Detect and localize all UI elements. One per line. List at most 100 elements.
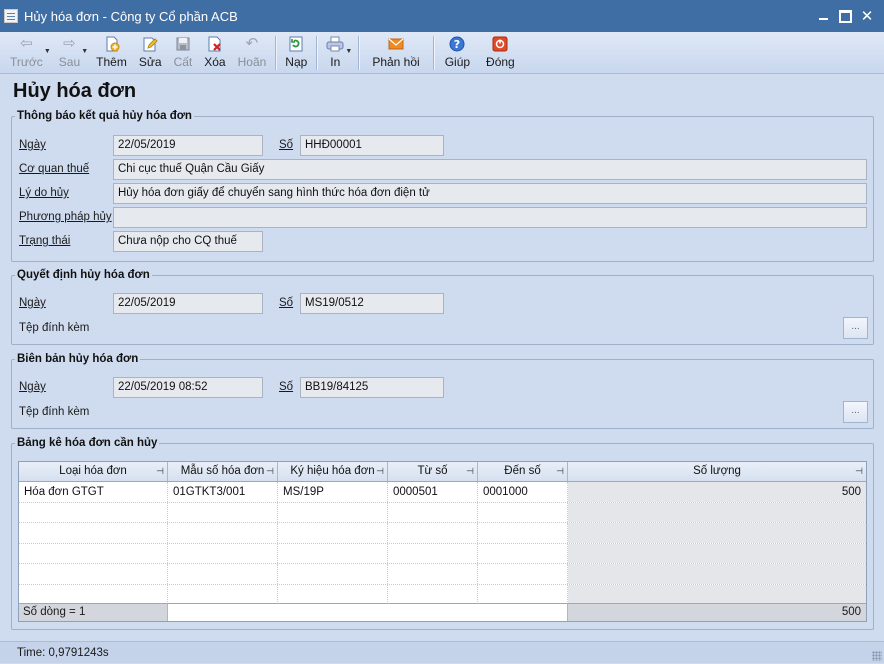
- print-button[interactable]: In ▼: [320, 32, 352, 72]
- cancel-reason-field[interactable]: Hủy hóa đơn giấy để chuyển sang hình thứ…: [113, 183, 867, 204]
- app-icon: [4, 9, 18, 23]
- empty-cell[interactable]: [278, 523, 388, 543]
- empty-cell[interactable]: [278, 584, 388, 604]
- minutes-legend: Biên bản hủy hóa đơn: [17, 353, 139, 365]
- chevron-down-icon[interactable]: ▼: [44, 48, 51, 55]
- empty-cell[interactable]: [168, 543, 278, 563]
- table-row-empty[interactable]: [19, 584, 866, 605]
- grid-header: Loại hóa đơn ⊣ Mẫu số hóa đơn ⊣ Ký hiệu hó…: [19, 462, 866, 482]
- empty-cell[interactable]: [168, 502, 278, 522]
- empty-cell[interactable]: [168, 564, 278, 584]
- empty-cell[interactable]: [168, 523, 278, 543]
- empty-cell[interactable]: [19, 543, 168, 563]
- minutes-attachment-label: Tệp đính kèm: [19, 406, 90, 418]
- empty-cell[interactable]: [168, 584, 278, 604]
- empty-cell: [568, 543, 866, 563]
- cell-symbol[interactable]: MS/19P: [278, 482, 388, 502]
- table-row-empty[interactable]: [19, 523, 866, 544]
- notice-legend: Thông báo kết quả hủy hóa đơn: [17, 110, 192, 122]
- column-header-invoice-type[interactable]: Loại hóa đơn ⊣: [19, 462, 168, 481]
- empty-cell[interactable]: [388, 502, 478, 522]
- table-row-empty[interactable]: [19, 502, 866, 523]
- undo-button[interactable]: ↶ Hoãn: [232, 32, 273, 72]
- invoice-table-legend: Bảng kê hóa đơn cần hủy: [17, 437, 158, 449]
- toolbar-separator: [358, 36, 360, 70]
- decision-date-field[interactable]: 22/05/2019: [113, 293, 263, 314]
- cancel-method-field[interactable]: [113, 207, 867, 228]
- help-button[interactable]: ? Giúp: [437, 32, 478, 72]
- cell-invoice-type[interactable]: Hóa đơn GTGT: [19, 482, 168, 502]
- pin-icon[interactable]: ⊣: [376, 462, 384, 481]
- arrow-right-icon: ⇨: [63, 35, 76, 52]
- undo-icon: ↶: [245, 35, 259, 52]
- delete-icon: [206, 35, 224, 53]
- feedback-button[interactable]: Phản hồi: [362, 32, 429, 72]
- chevron-down-icon[interactable]: ▼: [345, 48, 352, 55]
- table-row[interactable]: Hóa đơn GTGT 01GTKT3/001 MS/19P 0000501 …: [19, 482, 866, 503]
- empty-cell[interactable]: [478, 523, 568, 543]
- empty-cell[interactable]: [19, 584, 168, 604]
- column-header-symbol[interactable]: Ký hiệu hóa đơn ⊣: [278, 462, 388, 481]
- column-header-form-number[interactable]: Mẫu số hóa đơn ⊣: [168, 462, 278, 481]
- empty-cell[interactable]: [278, 502, 388, 522]
- tax-agency-field[interactable]: Chi cục thuế Quận Cầu Giấy: [113, 159, 867, 180]
- minutes-number-label: Số: [279, 381, 294, 393]
- minutes-browse-button[interactable]: ...: [843, 401, 868, 423]
- edit-button[interactable]: Sửa: [133, 32, 168, 72]
- resize-grip-icon[interactable]: [872, 651, 882, 661]
- status-text: Time: 0,9791243s: [17, 647, 109, 659]
- delete-button[interactable]: Xóa: [198, 32, 231, 72]
- cell-from-number[interactable]: 0000501: [388, 482, 478, 502]
- empty-cell[interactable]: [19, 502, 168, 522]
- pin-icon[interactable]: ⊣: [266, 462, 274, 481]
- minutes-number-field[interactable]: BB19/84125: [300, 377, 444, 398]
- empty-cell[interactable]: [388, 523, 478, 543]
- column-header-to-number[interactable]: Đến số ⊣: [478, 462, 568, 481]
- empty-cell[interactable]: [278, 564, 388, 584]
- empty-cell[interactable]: [278, 543, 388, 563]
- column-header-from-number[interactable]: Từ số ⊣: [388, 462, 478, 481]
- save-button[interactable]: Cất: [168, 32, 199, 72]
- cell-to-number[interactable]: 0001000: [478, 482, 568, 502]
- empty-cell[interactable]: [478, 584, 568, 604]
- notice-date-field[interactable]: 22/05/2019: [113, 135, 263, 156]
- pin-icon[interactable]: ⊣: [156, 462, 164, 481]
- empty-cell[interactable]: [388, 584, 478, 604]
- cell-form-number[interactable]: 01GTKT3/001: [168, 482, 278, 502]
- column-header-quantity[interactable]: Số lượng ⊣: [568, 462, 866, 481]
- toolbar: ⇦ Trước ▼ ⇨ Sau ▼ Thêm Sửa Cất Xóa ↶ Hoã…: [0, 32, 884, 74]
- add-button[interactable]: Thêm: [90, 32, 133, 72]
- table-row-empty[interactable]: [19, 564, 866, 585]
- empty-cell[interactable]: [478, 564, 568, 584]
- pin-icon[interactable]: ⊣: [466, 462, 474, 481]
- empty-cell[interactable]: [388, 543, 478, 563]
- pin-icon[interactable]: ⊣: [556, 462, 564, 481]
- table-row-empty[interactable]: [19, 543, 866, 564]
- empty-cell[interactable]: [388, 564, 478, 584]
- invoice-grid: Loại hóa đơn ⊣ Mẫu số hóa đơn ⊣ Ký hiệu hó…: [18, 461, 867, 622]
- maximize-icon[interactable]: [834, 6, 856, 26]
- minimize-icon[interactable]: [812, 6, 834, 26]
- empty-cell[interactable]: [478, 543, 568, 563]
- page-title: Hủy hóa đơn: [13, 80, 137, 102]
- notice-date-label: Ngày: [19, 139, 46, 151]
- status-field[interactable]: Chưa nộp cho CQ thuế: [113, 231, 263, 252]
- previous-button[interactable]: ⇦ Trước ▼: [4, 32, 51, 72]
- pin-icon[interactable]: ⊣: [855, 462, 863, 481]
- close-button[interactable]: Đóng: [478, 32, 523, 72]
- cancel-reason-label: Lý do hủy: [19, 187, 69, 199]
- empty-cell[interactable]: [478, 502, 568, 522]
- next-button[interactable]: ⇨ Sau ▼: [53, 32, 88, 72]
- notice-number-field[interactable]: HHĐ00001: [300, 135, 444, 156]
- footer-spacer: [168, 604, 568, 621]
- title-bar: Hủy hóa đơn - Công ty Cổ phần ACB ✕: [0, 0, 884, 32]
- close-window-icon[interactable]: ✕: [856, 6, 878, 26]
- decision-number-field[interactable]: MS19/0512: [300, 293, 444, 314]
- empty-cell[interactable]: [19, 564, 168, 584]
- minutes-date-field[interactable]: 22/05/2019 08:52: [113, 377, 263, 398]
- decision-browse-button[interactable]: ...: [843, 317, 868, 339]
- status-bar: Time: 0,9791243s: [0, 641, 884, 663]
- refresh-button[interactable]: Nạp: [279, 32, 313, 72]
- chevron-down-icon[interactable]: ▼: [81, 48, 88, 55]
- empty-cell[interactable]: [19, 523, 168, 543]
